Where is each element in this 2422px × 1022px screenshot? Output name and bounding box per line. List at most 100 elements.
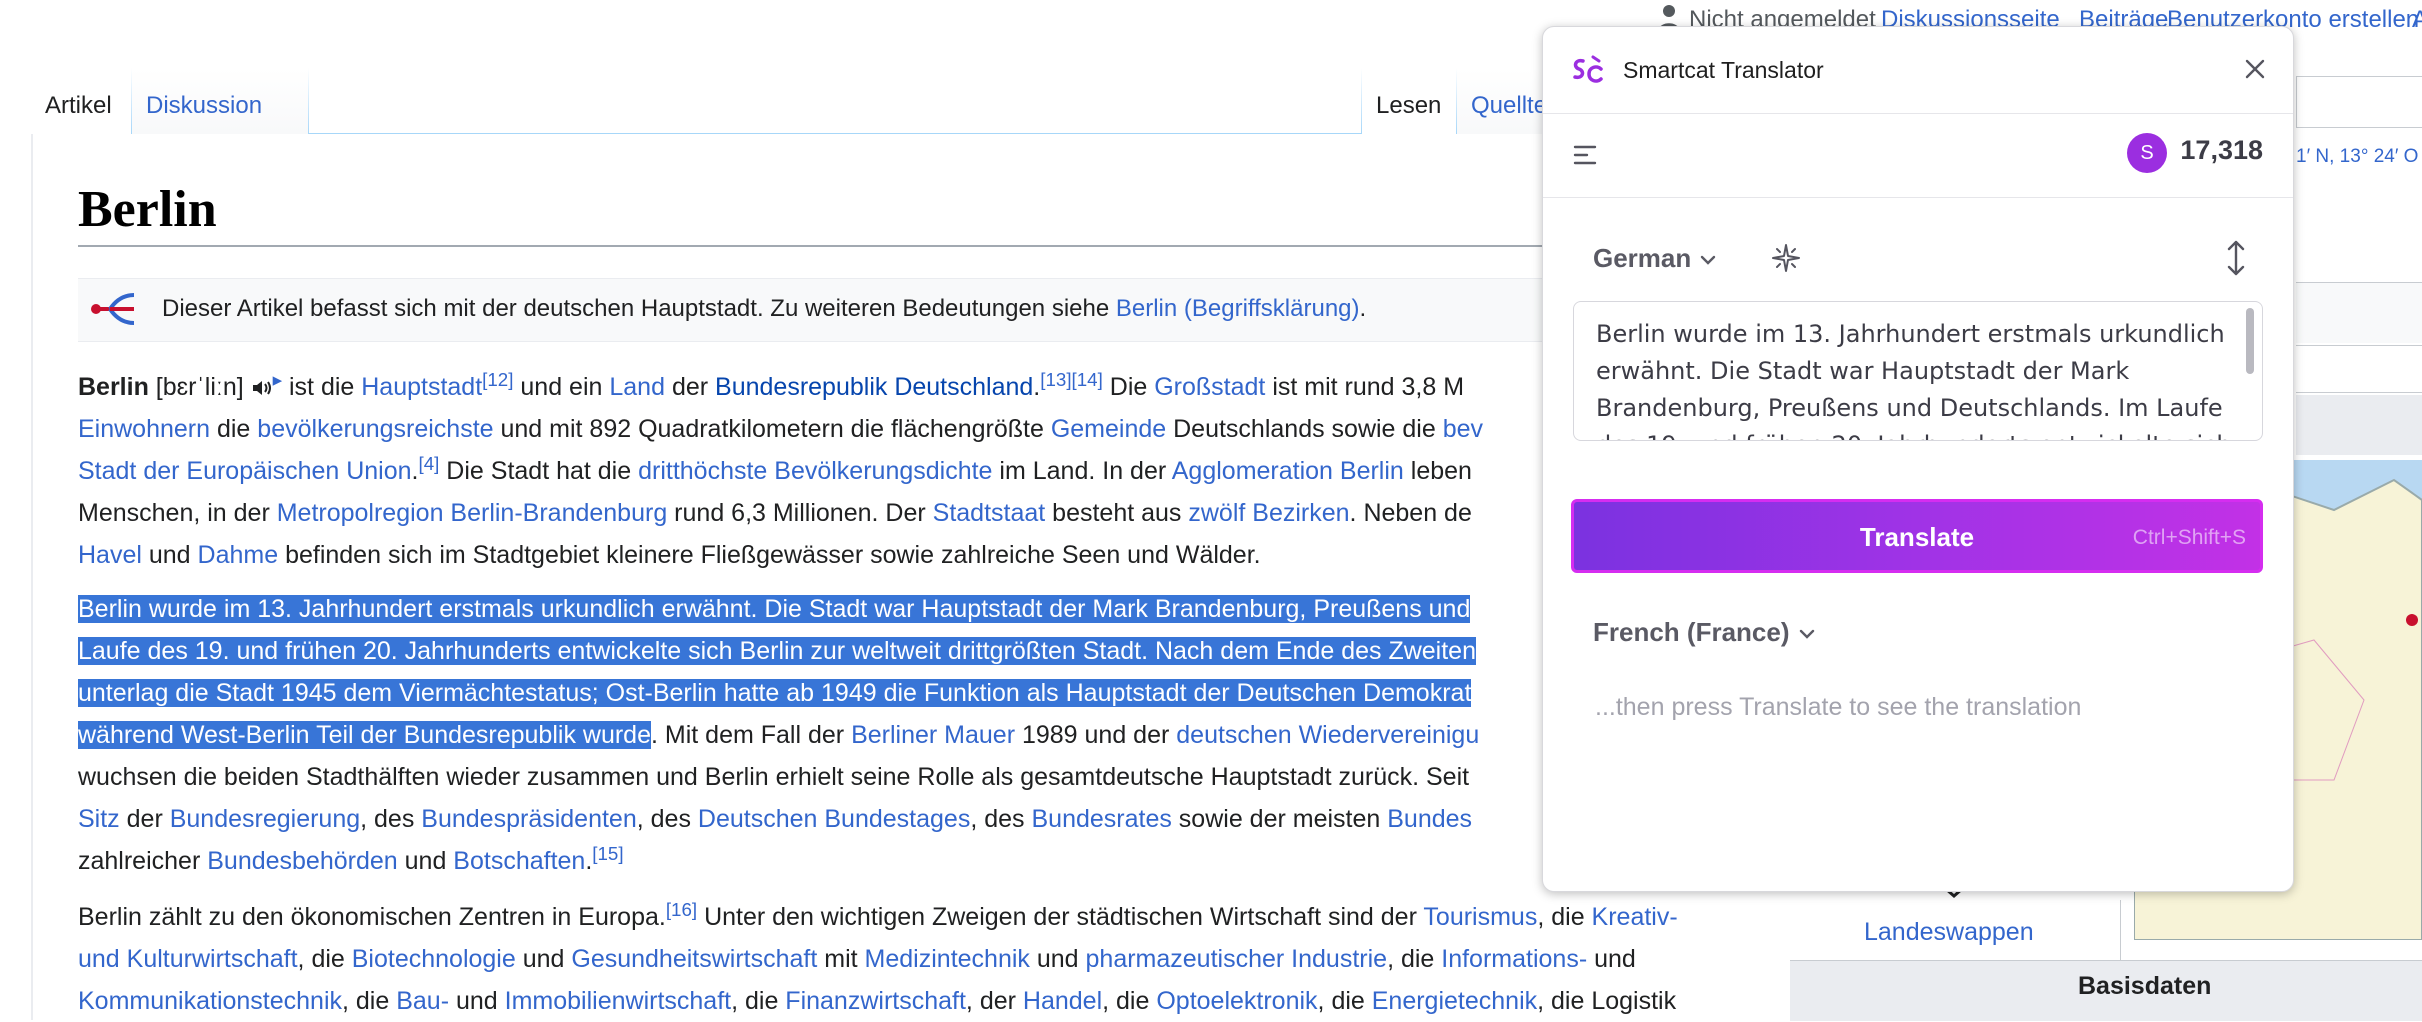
tab-article[interactable]: Artikel (31, 68, 131, 134)
footnote-ref[interactable]: [15] (592, 843, 623, 864)
chevron-down-icon (1701, 255, 1716, 265)
tab-article-label: Artikel (45, 92, 112, 119)
text-run: . (411, 457, 419, 485)
link-bevoelkerungsdichte[interactable]: dritthöchste Bevölkerungsdichte (638, 457, 992, 485)
source-text: Berlin wurde im 13. Jahrhundert erstmals… (1596, 320, 2232, 440)
tab-source-label[interactable]: Quellte (1471, 92, 1547, 119)
link-finanzwirtschaft[interactable]: Finanzwirtschaft (785, 987, 966, 1015)
search-box-edge[interactable] (2296, 76, 2422, 128)
link-kommunikationstechnik[interactable]: Kommunikationstechnik (78, 987, 342, 1015)
translation-output-placeholder: ...then press Translate to see the trans… (1595, 693, 2082, 721)
link-bundesrat[interactable]: Bundesrates (1031, 805, 1171, 833)
link-gemeinde[interactable]: Gemeinde (1051, 415, 1166, 443)
economy-paragraph: Berlin zählt zu den ökonomischen Zentren… (78, 896, 1758, 1022)
autodetect-sparkle-icon[interactable] (1769, 241, 1803, 275)
selected-text[interactable]: Berlin wurde im 13. Jahrhundert erstmals… (78, 595, 1471, 623)
link-hauptstadt[interactable]: Hauptstadt (361, 373, 482, 401)
selected-text[interactable]: während West-Berlin Teil der Bundesrepub… (78, 721, 651, 749)
source-text-area[interactable]: Berlin wurde im 13. Jahrhundert erstmals… (1573, 301, 2263, 441)
link-informations[interactable]: Informations- (1441, 945, 1587, 973)
link-truncated[interactable]: Bundes (1387, 805, 1472, 833)
link-bundesregierung[interactable]: Bundesregierung (170, 805, 360, 833)
lemma: Berlin (78, 373, 149, 401)
link-bezirke[interactable]: zwölf Bezirken (1188, 499, 1349, 527)
link-bundesrepublik[interactable]: Bundesrepublik Deutschland (715, 373, 1033, 401)
link-kreativwirtschaft[interactable]: Kreativ- (1592, 903, 1678, 931)
footnote-ref[interactable]: [4] (419, 453, 440, 474)
link-bundestag[interactable]: Deutschen Bundestages (698, 805, 970, 833)
link-agglomeration[interactable]: Agglomeration Berlin (1172, 457, 1404, 485)
coordinates[interactable]: 1′ N, 13° 24′ O | (2296, 146, 2422, 168)
text-run: , des (636, 805, 698, 833)
link-immobilien[interactable]: Immobilienwirtschaft (505, 987, 731, 1015)
text-run: Deutschlands sowie die (1166, 415, 1443, 443)
text-run: und mit 892 Quadratkilometern die fläche… (493, 415, 1051, 443)
link-gesundheitswirtschaft[interactable]: Gesundheitswirtschaft (571, 945, 817, 973)
link-eu-stadt[interactable]: Stadt der Europäischen Union (78, 457, 412, 485)
link-stadtstaat[interactable]: Stadtstaat (933, 499, 1046, 527)
link-bevoelkerungsreichste[interactable]: bevölkerungsreichste (257, 415, 493, 443)
menu-icon[interactable] (1571, 141, 1599, 169)
speaker-icon[interactable] (251, 368, 273, 395)
selected-text[interactable]: Laufe des 19. und frühen 20. Jahrhundert… (78, 637, 1476, 665)
translate-button[interactable]: Translate Ctrl+Shift+S (1571, 499, 2263, 573)
text-run: , die (1387, 945, 1442, 973)
paragraph-line: Berlin zählt zu den ökonomischen Zentren… (78, 896, 1758, 938)
link-sitz[interactable]: Sitz (78, 805, 120, 833)
text-run: Berlin zählt zu den ökonomischen Zentren… (78, 903, 666, 931)
hatnote-prefix: Dieser Artikel befasst sich mit der deut… (162, 295, 1116, 322)
link-bau[interactable]: Bau- (396, 987, 449, 1015)
text-run: , die (1317, 987, 1372, 1015)
link-truncated[interactable]: bev (1443, 415, 1483, 443)
disambiguation-link[interactable]: Berlin (Begriffsklärung) (1116, 295, 1360, 322)
link-berliner-mauer[interactable]: Berliner Mauer (851, 721, 1015, 749)
content-frame-border (31, 130, 33, 1020)
link-kulturwirtschaft[interactable]: und Kulturwirtschaft (78, 945, 298, 973)
hatnote-disambig-icon (91, 293, 135, 325)
text-run: und (515, 945, 572, 973)
text-run: , des (360, 805, 422, 833)
selected-text[interactable]: unterlag die Stadt 1945 dem Viermächtest… (78, 679, 1472, 707)
swap-icon[interactable] (2221, 239, 2251, 277)
translator-header: Smartcat Translator (1543, 27, 2293, 114)
link-grossstadt[interactable]: Großstadt (1154, 373, 1265, 401)
footnote-ref[interactable]: [13][14] (1040, 369, 1103, 390)
link-einwohnern[interactable]: Einwohnern (78, 415, 210, 443)
link-bundespraesident[interactable]: Bundespräsidenten (421, 805, 636, 833)
landeswappen-link[interactable]: Landeswappen (1864, 918, 2034, 947)
text-run: der (665, 373, 716, 401)
source-language-select[interactable]: German (1593, 243, 1717, 274)
link-metropolregion[interactable]: Metropolregion Berlin-Brandenburg (277, 499, 668, 527)
link-bundesbehoerden[interactable]: Bundesbehörden (207, 847, 397, 875)
title-rule (78, 245, 1778, 247)
link-optoelektronik[interactable]: Optoelektronik (1156, 987, 1317, 1015)
tab-discussion[interactable]: Diskussion (132, 68, 308, 134)
text-run: 1989 und der (1015, 721, 1177, 749)
paragraph-line: Kommunikationstechnik, die Bau- und Immo… (78, 980, 1758, 1022)
link-energietechnik[interactable]: Energietechnik (1372, 987, 1537, 1015)
link-dahme[interactable]: Dahme (198, 541, 279, 569)
link-biotechnologie[interactable]: Biotechnologie (352, 945, 516, 973)
link-handel[interactable]: Handel (1023, 987, 1102, 1015)
tab-discussion-label[interactable]: Diskussion (146, 92, 262, 119)
hatnote-text: Dieser Artikel befasst sich mit der deut… (162, 295, 1366, 323)
link-tourismus[interactable]: Tourismus (1423, 903, 1537, 931)
text-run: und (141, 541, 198, 569)
link-land[interactable]: Land (609, 373, 665, 401)
play-audio-link[interactable]: ▸ (273, 369, 282, 390)
link-botschaften[interactable]: Botschaften (453, 847, 585, 875)
footnote-ref[interactable]: [12] (482, 369, 513, 390)
link-havel[interactable]: Havel (78, 541, 142, 569)
login-link[interactable]: A (2412, 6, 2422, 34)
source-language-label: German (1593, 243, 1692, 273)
link-medizintechnik[interactable]: Medizintechnik (865, 945, 1030, 973)
translator-toolbar: S 17,318 (1543, 113, 2293, 198)
link-pharma[interactable]: pharmazeutischer Industrie (1086, 945, 1388, 973)
footnote-ref[interactable]: [16] (666, 899, 697, 920)
text-run: rund 6,3 Millionen. Der (667, 499, 933, 527)
target-language-select[interactable]: French (France) (1593, 617, 1816, 648)
close-icon[interactable] (2241, 55, 2269, 83)
source-text-scrollbar[interactable] (2246, 308, 2254, 374)
text-run: . Neben de (1349, 499, 1472, 527)
link-wiedervereinigung[interactable]: deutschen Wiedervereinigu (1176, 721, 1479, 749)
